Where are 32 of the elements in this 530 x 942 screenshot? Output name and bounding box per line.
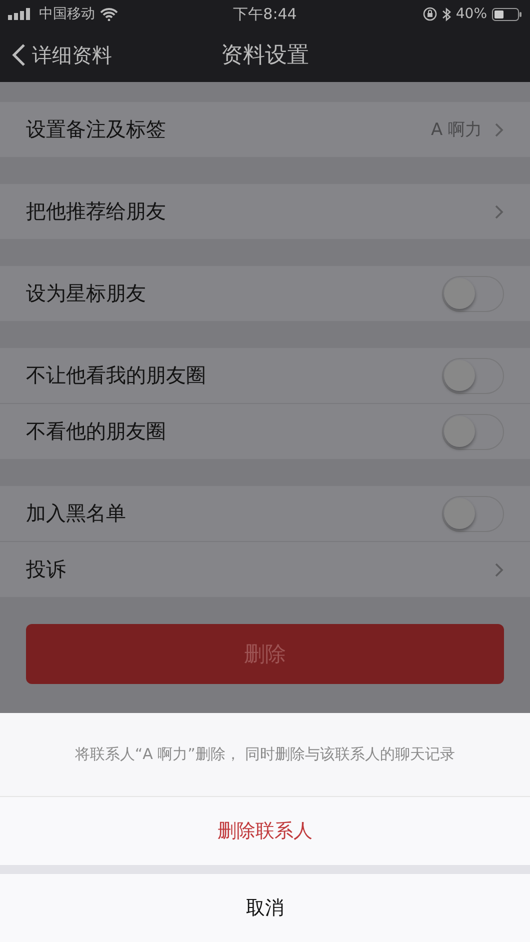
rotation-lock-icon: [422, 7, 437, 21]
toggle-switch[interactable]: [442, 414, 504, 450]
row-label: 投诉: [26, 556, 67, 583]
toggle-switch[interactable]: [442, 358, 504, 394]
back-chevron-icon: [12, 43, 26, 67]
settings-row[interactable]: 不看他的朋友圈: [0, 403, 530, 459]
chevron-icon: [494, 562, 504, 578]
row-label: 设置备注及标签: [26, 116, 167, 143]
row-value: A 啊力: [430, 119, 482, 141]
battery-percent: 40%: [456, 6, 487, 22]
wifi-icon: [100, 8, 118, 20]
status-time: 下午8:44: [233, 4, 297, 24]
settings-row[interactable]: 设置备注及标签 A 啊力: [0, 102, 530, 157]
toggle-switch[interactable]: [442, 496, 504, 532]
row-label: 不看他的朋友圈: [26, 418, 167, 445]
toggle-switch[interactable]: [442, 276, 504, 312]
settings-row[interactable]: 投诉: [0, 541, 530, 597]
settings-row[interactable]: 加入黑名单: [0, 486, 530, 541]
chevron-icon: [494, 204, 504, 220]
carrier-name: 中国移动: [39, 5, 95, 23]
row-label: 设为星标朋友: [26, 280, 147, 307]
back-button[interactable]: 详细资料: [0, 42, 112, 68]
settings-row[interactable]: 不让他看我的朋友圈: [0, 348, 530, 403]
row-label: 把他推荐给朋友: [26, 198, 167, 225]
settings-row[interactable]: 设为星标朋友: [0, 266, 530, 321]
chevron-icon: [494, 122, 504, 138]
settings-row[interactable]: 把他推荐给朋友: [0, 184, 530, 239]
battery-icon: [492, 8, 522, 20]
row-label: 加入黑名单: [26, 500, 127, 527]
row-label: 不让他看我的朋友圈: [26, 362, 207, 389]
bluetooth-icon: [442, 6, 451, 22]
page-title: 资料设置: [221, 42, 309, 70]
